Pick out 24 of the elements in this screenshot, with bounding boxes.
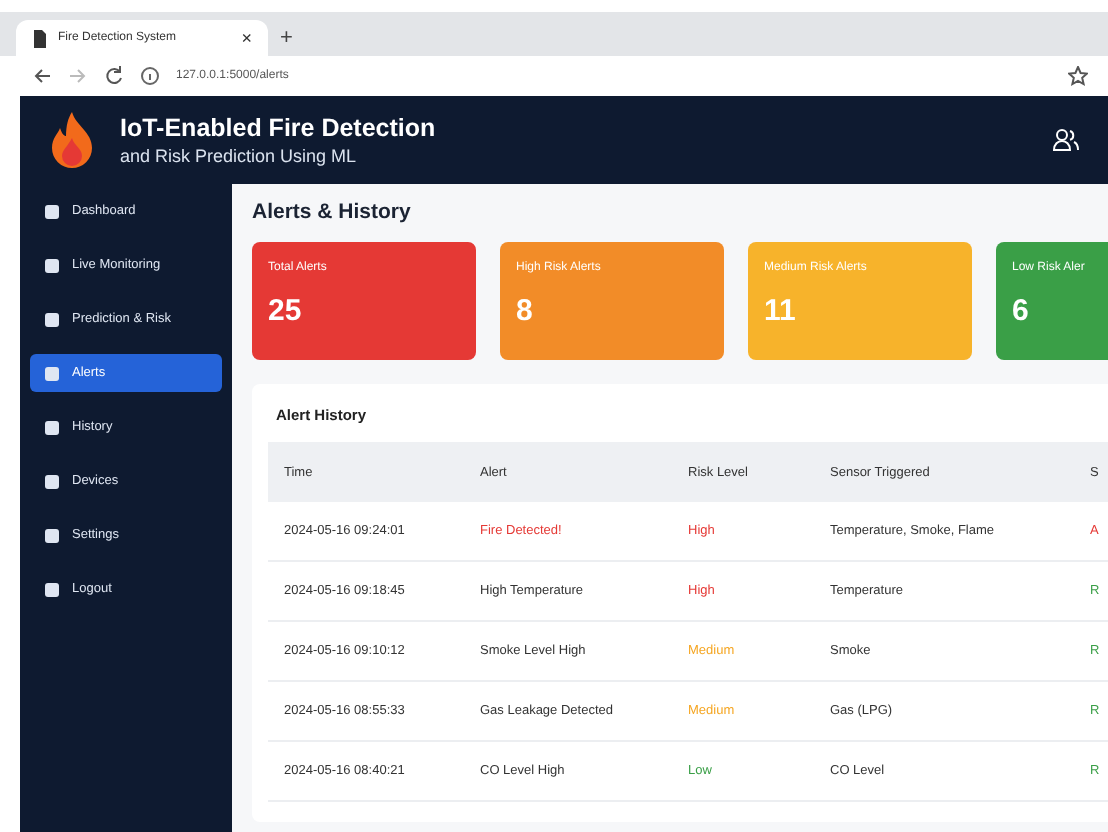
app-title: IoT-Enabled Fire Detection [120,114,438,142]
info-icon[interactable] [140,66,160,86]
bookmark-star-icon[interactable] [1068,66,1088,86]
page-title: Alerts & History [252,200,413,224]
page-icon [32,29,48,47]
menu-item-icon [44,311,60,327]
menu-item-icon [44,419,60,435]
menu-item-icon [44,473,60,489]
new-tab-button[interactable]: + [280,26,293,50]
menu-item-icon [44,257,60,273]
stat-value: 25 [268,294,304,328]
app-subtitle: and Risk Prediction Using ML [120,146,359,166]
menu-item-icon [44,527,60,543]
tab-close-button[interactable]: × [241,28,252,48]
users-icon[interactable] [1052,128,1080,152]
stat-value: 11 [764,294,798,328]
stat-value: 6 [1012,294,1031,328]
menu-item-icon [44,203,60,219]
stat-value: 8 [516,294,535,328]
reload-icon[interactable] [104,66,124,86]
flame-logo-icon [48,110,96,170]
back-icon[interactable] [32,66,52,86]
menu-item-icon [44,581,60,597]
menu-item-icon [44,365,60,381]
